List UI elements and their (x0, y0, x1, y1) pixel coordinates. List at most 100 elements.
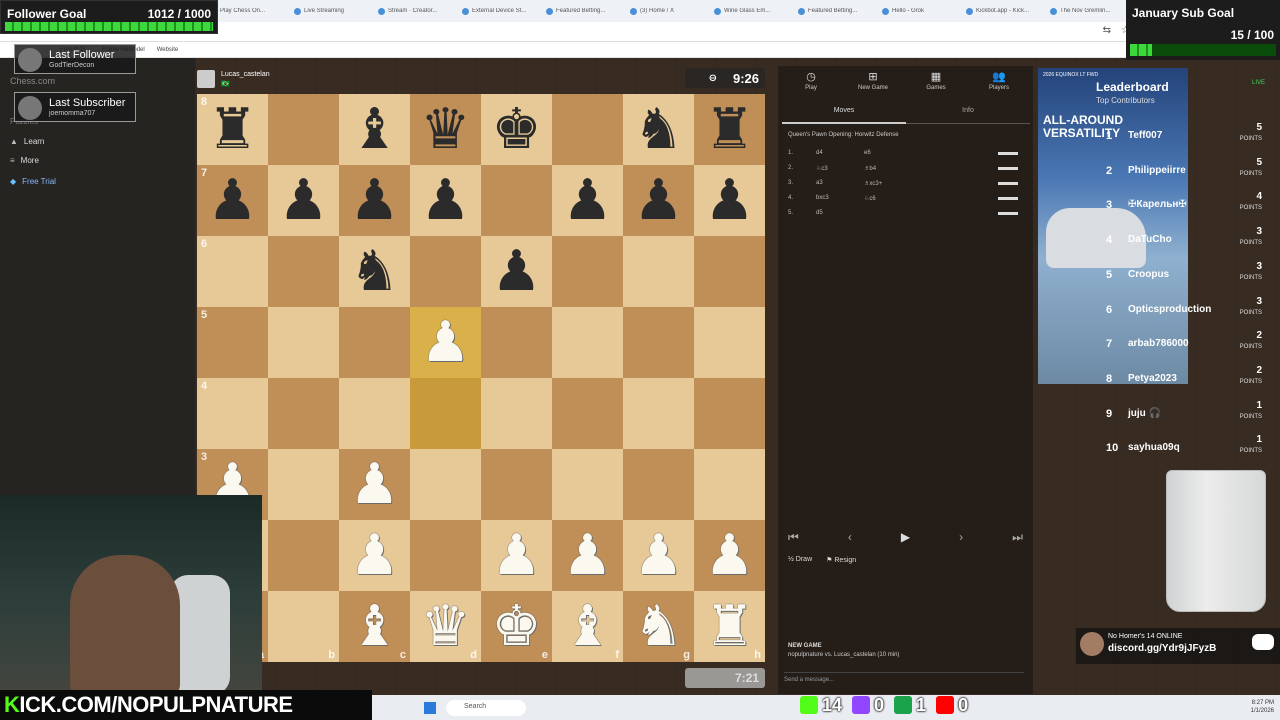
black-rook-icon[interactable]: ♜ (704, 101, 754, 158)
board-square-g6[interactable] (623, 236, 694, 307)
board-square-c2[interactable]: ♟ (339, 520, 410, 591)
white-pawn-icon[interactable]: ♟ (562, 527, 612, 584)
white-pawn-icon[interactable]: ♟ (349, 456, 399, 513)
white-pawn-icon[interactable]: ♟ (633, 527, 683, 584)
bookmark-item[interactable]: Website (157, 47, 179, 53)
next-move-icon[interactable]: › (959, 530, 963, 546)
chat-input[interactable]: Send a message... (784, 672, 1024, 686)
windows-start-icon[interactable] (424, 702, 436, 714)
black-rook-icon[interactable]: ♜ (207, 101, 257, 158)
board-square-d8[interactable]: ♛ (410, 94, 481, 165)
browser-tab[interactable]: Play Chess On... (210, 7, 290, 15)
board-square-h1[interactable]: h ♜ (694, 591, 765, 662)
taskbar-search[interactable]: Search (446, 700, 526, 716)
board-square-f5[interactable] (552, 307, 623, 378)
browser-tab[interactable]: Hello - Grok (882, 7, 962, 15)
board-square-e1[interactable]: e ♚ (481, 591, 552, 662)
board-square-g1[interactable]: g ♞ (623, 591, 694, 662)
board-square-d3[interactable] (410, 449, 481, 520)
move-san[interactable]: a3 (816, 180, 864, 187)
browser-tab[interactable]: Stream · Creator... (378, 7, 458, 15)
board-square-g2[interactable]: ♟ (623, 520, 694, 591)
board-square-d2[interactable] (410, 520, 481, 591)
board-square-h7[interactable]: ♟ (694, 165, 765, 236)
board-square-f4[interactable] (552, 378, 623, 449)
white-rook-icon[interactable]: ♜ (704, 598, 754, 655)
white-pawn-icon[interactable]: ♟ (491, 527, 541, 584)
board-square-e7[interactable] (481, 165, 552, 236)
board-square-h8[interactable]: ♜ (694, 94, 765, 165)
tab-info[interactable]: Info (906, 104, 1030, 124)
black-knight-icon[interactable]: ♞ (349, 243, 399, 300)
board-square-g3[interactable] (623, 449, 694, 520)
move-san[interactable] (864, 210, 912, 216)
nav-players[interactable]: 👥 Players (974, 70, 1024, 91)
board-square-b5[interactable] (268, 307, 339, 378)
sidebar-item-more[interactable]: ≡ More (10, 156, 39, 165)
resign-button[interactable]: ⚑ Resign (826, 556, 856, 564)
board-square-e6[interactable]: ♟ (481, 236, 552, 307)
board-square-h3[interactable] (694, 449, 765, 520)
white-bishop-icon[interactable]: ♝ (562, 598, 612, 655)
black-knight-icon[interactable]: ♞ (633, 101, 683, 158)
move-san[interactable]: ♗xc3+ (864, 180, 912, 187)
board-square-f2[interactable]: ♟ (552, 520, 623, 591)
board-square-g4[interactable] (623, 378, 694, 449)
board-square-f6[interactable] (552, 236, 623, 307)
browser-tab[interactable]: Wine Glass Em... (714, 7, 794, 15)
board-square-c5[interactable] (339, 307, 410, 378)
board-square-h4[interactable] (694, 378, 765, 449)
previous-move-icon[interactable]: ‹ (848, 530, 852, 546)
board-square-b2[interactable] (268, 520, 339, 591)
board-square-d7[interactable]: ♟ (410, 165, 481, 236)
board-square-c8[interactable]: ♝ (339, 94, 410, 165)
board-square-h6[interactable] (694, 236, 765, 307)
browser-tab[interactable]: External Device St... (462, 7, 542, 15)
board-square-g8[interactable]: ♞ (623, 94, 694, 165)
white-knight-icon[interactable]: ♞ (633, 598, 683, 655)
board-square-a5[interactable]: 5 (197, 307, 268, 378)
opponent-name[interactable]: Lucas_castelan (221, 71, 270, 78)
white-pawn-icon[interactable]: ♟ (349, 527, 399, 584)
black-pawn-icon[interactable]: ♟ (704, 172, 754, 229)
board-square-c7[interactable]: ♟ (339, 165, 410, 236)
board-square-a6[interactable]: 6 (197, 236, 268, 307)
board-square-e8[interactable]: ♚ (481, 94, 552, 165)
move-san[interactable]: bxc3 (816, 195, 864, 202)
board-square-e4[interactable] (481, 378, 552, 449)
white-pawn-icon[interactable]: ♟ (704, 527, 754, 584)
board-square-h2[interactable]: ♟ (694, 520, 765, 591)
sidebar-item-free-trial[interactable]: ◆ Free Trial (10, 177, 56, 186)
sidebar-item-learn[interactable]: ▲ Learn (10, 137, 44, 146)
board-square-b4[interactable] (268, 378, 339, 449)
nav-games[interactable]: ▦ Games (911, 70, 961, 91)
black-pawn-icon[interactable]: ♟ (633, 172, 683, 229)
black-pawn-icon[interactable]: ♟ (562, 172, 612, 229)
black-king-icon[interactable]: ♚ (491, 101, 541, 158)
board-square-b8[interactable] (268, 94, 339, 165)
site-logo[interactable]: Chess.com (10, 76, 55, 86)
white-pawn-icon[interactable]: ♟ (420, 314, 470, 371)
board-square-d6[interactable] (410, 236, 481, 307)
board-square-f7[interactable]: ♟ (552, 165, 623, 236)
board-square-b7[interactable]: ♟ (268, 165, 339, 236)
board-square-c4[interactable] (339, 378, 410, 449)
browser-tab[interactable]: Kickbot.app - Kick... (966, 7, 1046, 15)
board-square-b1[interactable]: b (268, 591, 339, 662)
browser-tab[interactable]: (3) Home / X (630, 7, 710, 15)
tab-moves[interactable]: Moves (782, 104, 906, 124)
board-square-c1[interactable]: c ♝ (339, 591, 410, 662)
nav-new-game[interactable]: ⊞ New Game (848, 70, 898, 91)
black-pawn-icon[interactable]: ♟ (491, 243, 541, 300)
browser-tab[interactable]: Featured Betting... (546, 7, 626, 15)
board-square-b3[interactable] (268, 449, 339, 520)
white-bishop-icon[interactable]: ♝ (349, 598, 399, 655)
white-king-icon[interactable]: ♚ (491, 598, 541, 655)
black-bishop-icon[interactable]: ♝ (349, 101, 399, 158)
move-san[interactable]: ♗b4 (864, 165, 912, 172)
board-square-d5[interactable]: ♟ (410, 307, 481, 378)
play-icon[interactable]: ▶ (901, 530, 910, 546)
board-square-a7[interactable]: 7 ♟ (197, 165, 268, 236)
nav-play[interactable]: ◷ Play (786, 70, 836, 91)
translate-icon[interactable]: ⇆ (1103, 25, 1111, 36)
